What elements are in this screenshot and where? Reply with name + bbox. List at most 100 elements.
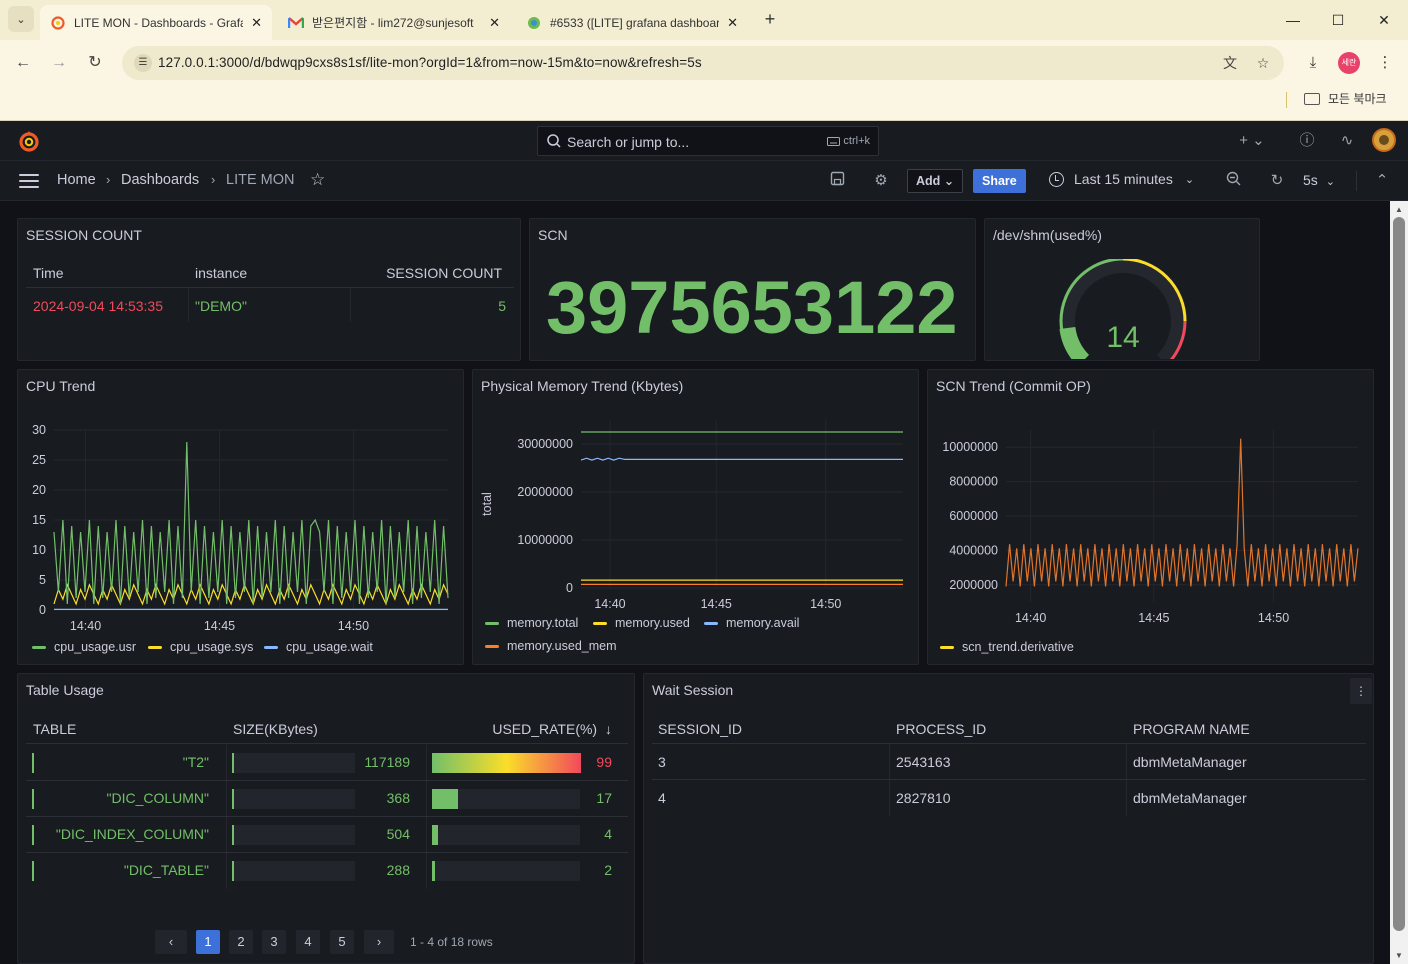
share-button[interactable]: Share: [973, 169, 1026, 193]
table-row[interactable]: "DIC_INDEX_COLUMN" 504 4: [18, 817, 634, 853]
next-page-button[interactable]: ›: [364, 930, 394, 954]
column-header-size[interactable]: SIZE(KBytes): [233, 721, 318, 737]
favorite-star-icon[interactable]: ☆: [310, 170, 325, 190]
zoom-out-icon[interactable]: [1223, 171, 1243, 191]
panel-memory-trend[interactable]: Physical Memory Trend (Kbytes) 30000000 2…: [472, 369, 919, 665]
page-button-4[interactable]: 4: [296, 930, 320, 954]
prev-page-button[interactable]: ‹: [155, 930, 187, 954]
save-dashboard-icon[interactable]: [827, 171, 847, 191]
page-scrollbar[interactable]: ▲ ▼: [1390, 201, 1408, 964]
panel-scn[interactable]: SCN 3975653122: [529, 218, 976, 361]
column-header-instance[interactable]: instance: [195, 265, 247, 281]
scroll-down-arrow-icon[interactable]: ▼: [1395, 951, 1403, 960]
download-icon[interactable]: ⤓: [1302, 52, 1324, 74]
all-bookmarks-folder[interactable]: 모든 북마크: [1304, 90, 1387, 107]
add-button[interactable]: Add ⌄: [907, 169, 964, 193]
column-header-session-count[interactable]: SESSION COUNT: [386, 265, 502, 281]
page-button-1[interactable]: 1: [196, 930, 220, 954]
reload-button[interactable]: ↻: [84, 52, 106, 74]
legend-item[interactable]: cpu_usage.wait: [264, 640, 373, 654]
size-bar-track: [232, 825, 355, 845]
panel-shm-gauge[interactable]: /dev/shm(used%) 14: [984, 218, 1260, 361]
y-tick-label: 20000000: [517, 485, 573, 499]
close-window-button[interactable]: ✕: [1374, 10, 1394, 30]
table-row[interactable]: "DIC_COLUMN" 368 17: [18, 781, 634, 817]
column-header-session-id[interactable]: SESSION_ID: [658, 721, 742, 737]
legend-item[interactable]: scn_trend.derivative: [940, 640, 1074, 654]
cell-used-rate: 4: [604, 826, 612, 842]
news-rss-icon[interactable]: ∿: [1337, 131, 1357, 151]
panel-session-count[interactable]: SESSION COUNT Time instance SESSION COUN…: [17, 218, 521, 361]
bookmark-star-icon[interactable]: ☆: [1253, 53, 1273, 73]
translate-icon[interactable]: 文: [1220, 53, 1240, 73]
column-divider: [226, 781, 227, 817]
cell-session-count: 5: [498, 298, 506, 314]
time-range-picker[interactable]: Last 15 minutes ⌄: [1049, 171, 1194, 187]
refresh-icon[interactable]: ↻: [1267, 171, 1287, 191]
scroll-up-arrow-icon[interactable]: ▲: [1395, 205, 1403, 214]
refresh-interval-picker[interactable]: 5s ⌄: [1303, 172, 1335, 188]
column-header-time[interactable]: Time: [33, 265, 64, 281]
page-button-5[interactable]: 5: [330, 930, 354, 954]
tab-gmail[interactable]: 받은편지함 - lim272@sunjesoft ✕: [278, 5, 510, 40]
menu-icon[interactable]: [19, 174, 39, 188]
table-row[interactable]: "DIC_TABLE" 288 2: [18, 853, 634, 889]
legend-item[interactable]: memory.avail: [704, 616, 799, 630]
address-bar[interactable]: ☰ 127.0.0.1:3000/d/bdwqp9cxs8s1sf/lite-m…: [122, 46, 1284, 80]
profile-avatar[interactable]: 세란: [1338, 52, 1360, 74]
row-color-marker: [32, 789, 34, 809]
panel-menu-icon[interactable]: ⋮: [1350, 678, 1372, 704]
legend-item[interactable]: memory.used_mem: [485, 639, 617, 653]
browser-menu-icon[interactable]: ⋮: [1374, 52, 1396, 74]
site-info-icon[interactable]: ☰: [134, 54, 152, 72]
maximize-button[interactable]: ☐: [1328, 10, 1348, 30]
legend-item[interactable]: cpu_usage.usr: [32, 640, 136, 654]
y-tick-label: 10000000: [517, 533, 573, 547]
column-header-table[interactable]: TABLE: [33, 721, 76, 737]
close-icon[interactable]: ✕: [489, 15, 500, 31]
add-menu-button[interactable]: + ⌄: [1236, 131, 1268, 151]
page-button-2[interactable]: 2: [229, 930, 253, 954]
table-row[interactable]: "T2" 117189 99: [18, 745, 634, 781]
dashboard-nav-bar: Home › Dashboards › LITE MON ☆ ⚙ Add ⌄ S…: [0, 161, 1408, 201]
breadcrumb-dashboards[interactable]: Dashboards: [121, 172, 199, 188]
back-button[interactable]: ←: [12, 52, 34, 74]
panel-cpu-trend[interactable]: CPU Trend 30 25 20 15 10 5 0 14:40 14:45 14:50 cp…: [17, 369, 464, 665]
tab-redmine[interactable]: #6533 ([LITE] grafana dashboard ✕: [516, 5, 748, 40]
column-divider: [226, 745, 227, 781]
tab-search-button[interactable]: ⌄: [8, 6, 34, 32]
new-tab-button[interactable]: +: [760, 9, 780, 29]
close-icon[interactable]: ✕: [727, 15, 738, 31]
legend-item[interactable]: memory.used: [593, 616, 690, 630]
legend-label: cpu_usage.wait: [286, 640, 373, 654]
panel-wait-session[interactable]: Wait Session SESSION_ID PROCESS_ID PROGR…: [643, 673, 1374, 964]
legend-label: scn_trend.derivative: [962, 640, 1074, 654]
minimize-button[interactable]: —: [1283, 10, 1303, 30]
panel-scn-trend[interactable]: SCN Trend (Commit OP) 10000000 8000000 600…: [927, 369, 1374, 665]
panel-table-usage[interactable]: Table Usage TABLE SIZE(KBytes) USED_RATE…: [17, 673, 635, 964]
collapse-chevron-up-icon[interactable]: ⌃: [1372, 171, 1392, 191]
breadcrumb-separator: ›: [106, 172, 111, 187]
size-bar-fill: [232, 789, 234, 809]
user-avatar[interactable]: [1372, 128, 1396, 152]
cell-process-id: 2543163: [896, 754, 951, 770]
help-icon[interactable]: ⓘ: [1297, 131, 1317, 151]
forward-button[interactable]: →: [48, 52, 70, 74]
panel-title: Table Usage: [26, 682, 104, 698]
scrollbar-thumb[interactable]: [1393, 217, 1405, 931]
row-color-marker: [32, 861, 34, 881]
close-icon[interactable]: ✕: [251, 15, 262, 31]
legend-item[interactable]: cpu_usage.sys: [148, 640, 253, 654]
column-header-used-rate[interactable]: USED_RATE(%) ↓: [492, 721, 612, 737]
url-text: 127.0.0.1:3000/d/bdwqp9cxs8s1sf/lite-mon…: [158, 55, 702, 70]
column-divider: [426, 853, 427, 889]
legend-item[interactable]: memory.total: [485, 616, 578, 630]
tab-grafana[interactable]: LITE MON - Dashboards - Grafana ✕: [40, 5, 272, 40]
page-button-3[interactable]: 3: [262, 930, 286, 954]
search-input[interactable]: Search or jump to... ctrl+k: [537, 126, 879, 156]
breadcrumb-home[interactable]: Home: [57, 172, 96, 188]
column-header-program-name[interactable]: PROGRAM NAME: [1133, 721, 1250, 737]
grafana-logo-icon[interactable]: [17, 129, 41, 153]
settings-gear-icon[interactable]: ⚙: [871, 171, 891, 191]
column-header-process-id[interactable]: PROCESS_ID: [896, 721, 986, 737]
